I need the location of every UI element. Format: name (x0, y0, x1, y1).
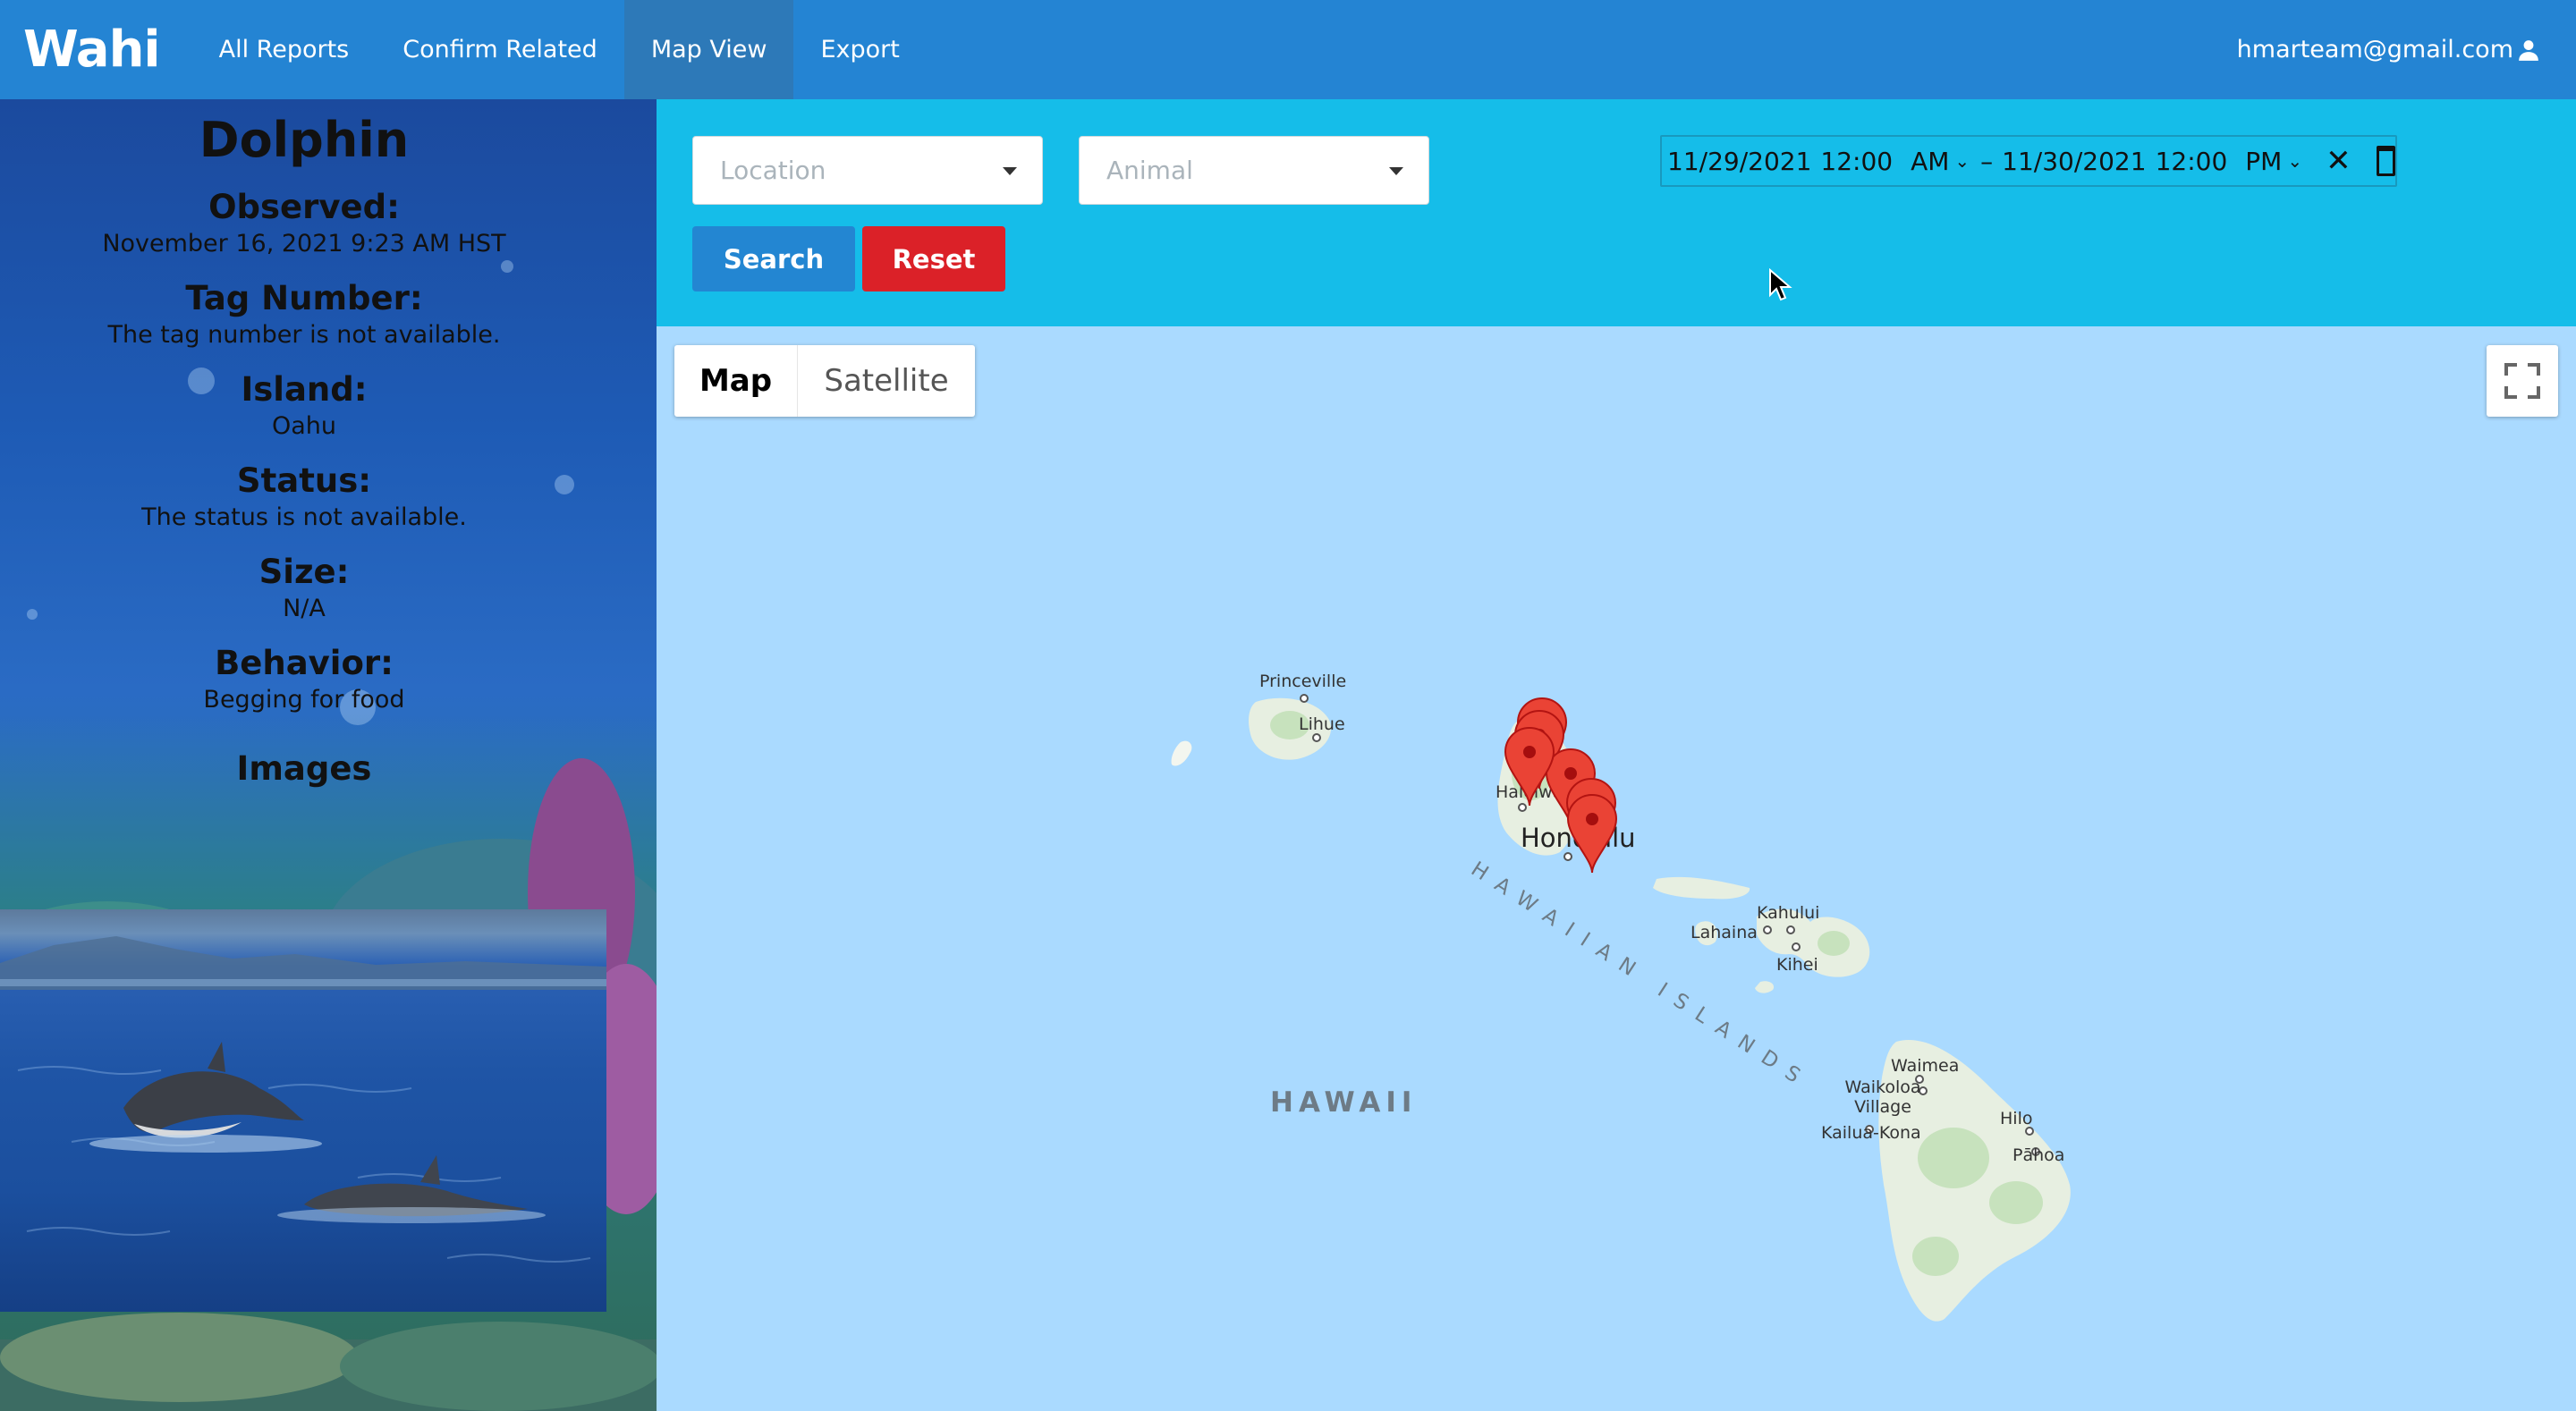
user-email: hmarteam@gmail.com (2236, 36, 2513, 63)
region-label-hawaii: HAWAII (1270, 1086, 1418, 1119)
nav-confirm-related[interactable]: Confirm Related (376, 0, 624, 99)
place-label-princeville: Princeville (1259, 672, 1347, 691)
end-time-input[interactable]: 12:00 (2156, 147, 2228, 176)
report-info: Dolphin Observed: November 16, 2021 9:23… (0, 99, 608, 788)
field-label-size: Size: (258, 553, 350, 591)
field-value-observed: November 16, 2021 9:23 AM HST (102, 230, 506, 258)
search-button[interactable]: Search (692, 226, 855, 291)
date-range-separator: – (1980, 146, 1994, 176)
fullscreen-button[interactable] (2487, 345, 2558, 417)
field-value-tag-number: The tag number is not available. (107, 321, 501, 349)
location-placeholder: Location (720, 156, 826, 185)
top-navbar: Wahi All Reports Confirm Related Map Vie… (0, 0, 2576, 99)
reset-button[interactable]: Reset (862, 226, 1005, 291)
place-label-lihue: Lihue (1299, 714, 1345, 734)
user-icon (2519, 39, 2538, 61)
map-canvas[interactable]: Princeville Lihue Haleiwa Honolulu Kahul… (657, 326, 2576, 1411)
place-label-kahului: Kahului (1757, 903, 1820, 923)
field-value-size: N/A (283, 595, 326, 622)
place-label-waikoloa-village: Waikoloa Village (1844, 1077, 1921, 1117)
animal-placeholder: Animal (1106, 156, 1193, 185)
map-type-map-button[interactable]: Map (674, 345, 798, 417)
place-label-lahaina: Lahaina (1690, 923, 1758, 942)
start-ampm-select[interactable]: AM (1911, 147, 1949, 176)
chevron-down-icon: ⌄ (2287, 150, 2303, 172)
map-type-satellite-button[interactable]: Satellite (798, 345, 975, 417)
place-label-waimea: Waimea (1891, 1056, 1960, 1076)
location-select[interactable]: Location (692, 136, 1043, 205)
end-ampm-select[interactable]: PM (2245, 147, 2282, 176)
caret-down-icon (1389, 167, 1403, 175)
mouse-cursor-icon (1769, 268, 1792, 301)
chevron-down-icon: ⌄ (1954, 150, 1970, 172)
fullscreen-icon (2504, 363, 2540, 399)
filter-bar: Location Animal Search Reset 11/29/2021 … (657, 99, 2576, 326)
field-value-behavior: Begging for food (203, 686, 405, 714)
place-label-kihei: Kihei (1776, 955, 1818, 975)
report-detail-sidebar: Dolphin Observed: November 16, 2021 9:23… (0, 99, 657, 1411)
field-value-status: The status is not available. (141, 503, 467, 531)
dolphin-photo[interactable] (0, 909, 606, 1312)
field-label-island: Island: (241, 370, 368, 409)
field-label-status: Status: (236, 461, 372, 500)
nav-map-view[interactable]: Map View (623, 0, 794, 99)
animal-name: Dolphin (199, 112, 410, 168)
map-land (1171, 694, 2071, 1322)
place-label-kailua-kona: Kailua-Kona (1821, 1123, 1921, 1143)
field-label-tag-number: Tag Number: (185, 279, 423, 317)
clear-icon[interactable]: ✕ (2326, 143, 2351, 179)
end-date-input[interactable]: 11/30/2021 (2002, 147, 2146, 176)
place-label-pahoa: Pāhoa (2012, 1145, 2065, 1165)
field-label-observed: Observed: (208, 188, 400, 226)
place-label-haleiwa: Haleiwa (1496, 782, 1563, 802)
field-value-island: Oahu (271, 412, 337, 440)
caret-down-icon (1003, 167, 1017, 175)
brand-logo[interactable]: Wahi (23, 21, 161, 79)
calendar-icon[interactable] (2376, 146, 2395, 176)
start-time-input[interactable]: 12:00 (1820, 147, 1893, 176)
place-label-honolulu: Honolulu (1521, 823, 1636, 853)
start-date-input[interactable]: 11/29/2021 (1667, 147, 1811, 176)
images-heading: Images (236, 749, 372, 788)
user-menu[interactable]: hmarteam@gmail.com (2237, 0, 2540, 99)
nav-export[interactable]: Export (793, 0, 926, 99)
map-type-control: Map Satellite (674, 345, 975, 417)
field-label-behavior: Behavior: (215, 644, 394, 682)
place-label-hilo: Hilo (2000, 1109, 2033, 1128)
date-range-picker: 11/29/2021 12:00 AM ⌄ – 11/30/2021 12:00… (1660, 135, 2397, 187)
nav-all-reports[interactable]: All Reports (192, 0, 377, 99)
animal-select[interactable]: Animal (1079, 136, 1429, 205)
